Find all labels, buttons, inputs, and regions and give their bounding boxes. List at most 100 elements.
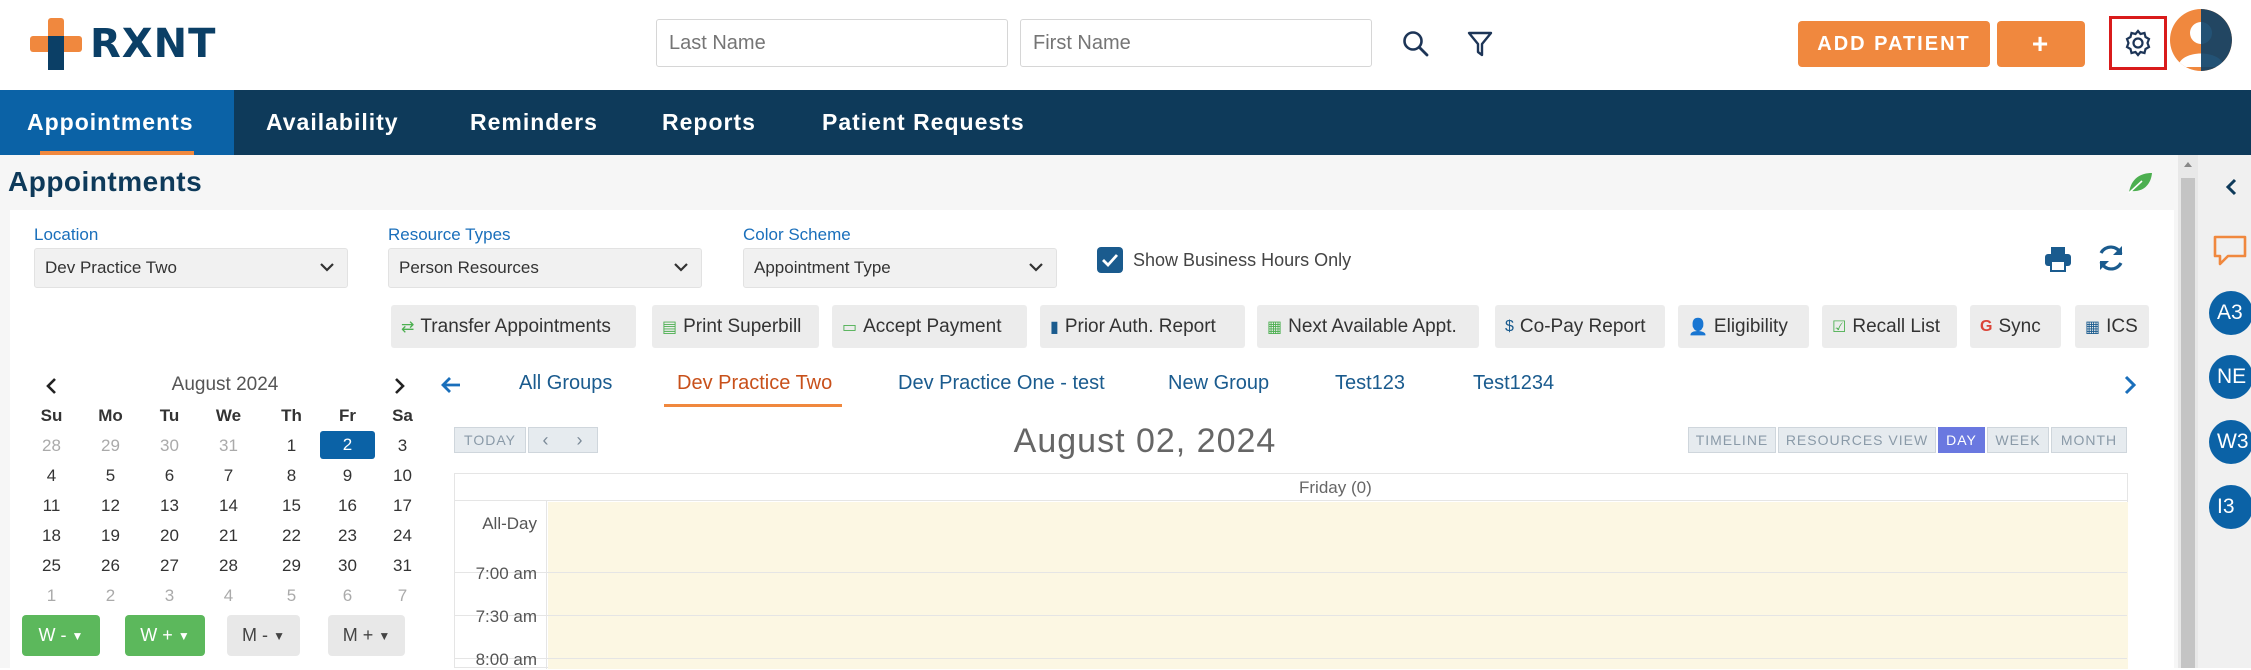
calendar-day[interactable]: 15 xyxy=(264,496,319,516)
tab-test1234[interactable]: Test1234 xyxy=(1473,372,1554,395)
tab-test123[interactable]: Test123 xyxy=(1335,372,1405,395)
nav-item-patient-requests[interactable]: Patient Requests xyxy=(822,90,1025,155)
calendar-day[interactable]: 6 xyxy=(320,586,375,606)
calendar-day[interactable]: 19 xyxy=(83,526,138,546)
transfer-appointments-button[interactable]: ⇄ Transfer Appointments xyxy=(391,305,636,348)
refresh-icon[interactable] xyxy=(2095,242,2127,274)
calendar-day[interactable]: 31 xyxy=(201,436,256,456)
calendar-day[interactable]: 6 xyxy=(142,466,197,486)
nav-item-reports[interactable]: Reports xyxy=(662,90,756,155)
calendar-day[interactable]: 30 xyxy=(142,436,197,456)
calendar-day[interactable]: 7 xyxy=(375,586,430,606)
resource-types-select[interactable]: Person Resources xyxy=(388,248,702,288)
calendar-day[interactable]: 26 xyxy=(83,556,138,576)
view-day-button[interactable]: DAY xyxy=(1938,427,1985,453)
business-hours-checkbox[interactable] xyxy=(1097,247,1123,273)
calendar-day[interactable]: 28 xyxy=(24,436,79,456)
calendar-day[interactable]: 22 xyxy=(264,526,319,546)
calendar-day[interactable]: 3 xyxy=(375,436,430,456)
scroll-up-icon[interactable] xyxy=(2183,160,2193,170)
location-select[interactable]: Dev Practice Two xyxy=(34,248,348,288)
today-button[interactable]: TODAY xyxy=(454,427,526,453)
calendar-day-selected[interactable]: 2 xyxy=(320,431,375,459)
calendar-day[interactable]: 5 xyxy=(83,466,138,486)
calendar-day[interactable]: 18 xyxy=(24,526,79,546)
calendar-day[interactable]: 10 xyxy=(375,466,430,486)
accept-payment-button[interactable]: ▭ Accept Payment xyxy=(832,305,1027,348)
settings-button[interactable] xyxy=(2109,16,2167,70)
calendar-day[interactable]: 12 xyxy=(83,496,138,516)
calendar-day[interactable]: 28 xyxy=(201,556,256,576)
calendar-day[interactable]: 8 xyxy=(264,466,319,486)
calendar-day[interactable]: 16 xyxy=(320,496,375,516)
nav-item-appointments[interactable]: Appointments xyxy=(0,90,234,155)
print-superbill-button[interactable]: ▤ Print Superbill xyxy=(652,305,819,348)
co-pay-report-button[interactable]: $ Co-Pay Report xyxy=(1495,305,1665,348)
calendar-day[interactable]: 4 xyxy=(24,466,79,486)
calendar-day[interactable]: 7 xyxy=(201,466,256,486)
tab-dev-practice-one-test[interactable]: Dev Practice One - test xyxy=(898,372,1105,395)
calendar-day[interactable]: 3 xyxy=(142,586,197,606)
chevron-right-icon[interactable] xyxy=(2122,374,2138,396)
chat-icon[interactable] xyxy=(2212,233,2248,267)
next-month-icon[interactable] xyxy=(393,377,407,395)
week-forward-button[interactable]: W + ▼ xyxy=(125,615,205,656)
calendar-day[interactable]: 20 xyxy=(142,526,197,546)
add-button[interactable]: + xyxy=(1997,21,2085,67)
calendar-day[interactable]: 23 xyxy=(320,526,375,546)
prior-auth-report-button[interactable]: ▮ Prior Auth. Report xyxy=(1040,305,1245,348)
tab-new-group[interactable]: New Group xyxy=(1168,372,1269,395)
avatar[interactable] xyxy=(2170,9,2232,71)
view-timeline-button[interactable]: TIMELINE xyxy=(1688,427,1776,453)
calendar-day[interactable]: 29 xyxy=(264,556,319,576)
collapse-panel-icon[interactable] xyxy=(2224,177,2238,197)
calendar-day[interactable]: 25 xyxy=(24,556,79,576)
panel-bubble-i3[interactable]: I3 xyxy=(2209,485,2251,529)
calendar-day[interactable]: 17 xyxy=(375,496,430,516)
calendar-day[interactable]: 9 xyxy=(320,466,375,486)
print-icon[interactable] xyxy=(2043,244,2073,274)
recall-list-button[interactable]: ☑ Recall List xyxy=(1822,305,1957,348)
view-week-button[interactable]: WEEK xyxy=(1987,427,2049,453)
prev-day-icon[interactable]: ‹ xyxy=(543,430,550,451)
filter-icon[interactable] xyxy=(1467,30,1493,58)
calendar-day[interactable]: 31 xyxy=(375,556,430,576)
eligibility-button[interactable]: 👤 Eligibility xyxy=(1678,305,1809,348)
calendar-day[interactable]: 4 xyxy=(201,586,256,606)
view-month-button[interactable]: MONTH xyxy=(2051,427,2127,453)
week-back-button[interactable]: W - ▼ xyxy=(22,615,100,656)
next-day-icon[interactable]: › xyxy=(577,430,584,451)
calendar-day[interactable]: 29 xyxy=(83,436,138,456)
color-scheme-select[interactable]: Appointment Type xyxy=(743,248,1057,288)
ics-button[interactable]: ▦ ICS xyxy=(2075,305,2149,348)
nav-item-availability[interactable]: Availability xyxy=(266,90,399,155)
calendar-day[interactable]: 21 xyxy=(201,526,256,546)
calendar-day[interactable]: 1 xyxy=(24,586,79,606)
prev-month-icon[interactable] xyxy=(44,377,58,395)
next-available-appt-button[interactable]: ▦ Next Available Appt. xyxy=(1257,305,1479,348)
day-slots-area[interactable] xyxy=(548,502,2128,669)
calendar-day[interactable]: 30 xyxy=(320,556,375,576)
add-patient-button[interactable]: ADD PATIENT xyxy=(1798,21,1990,67)
calendar-day[interactable]: 27 xyxy=(142,556,197,576)
nav-item-reminders[interactable]: Reminders xyxy=(470,90,598,155)
arrow-left-icon[interactable] xyxy=(440,375,462,395)
search-icon[interactable] xyxy=(1402,30,1430,58)
calendar-day[interactable]: 24 xyxy=(375,526,430,546)
scrollbar-thumb[interactable] xyxy=(2181,178,2195,668)
view-resources-button[interactable]: RESOURCES VIEW xyxy=(1778,427,1936,453)
tab-all-groups[interactable]: All Groups xyxy=(519,372,612,395)
first-name-input[interactable] xyxy=(1020,19,1372,67)
panel-bubble-w3[interactable]: W3 xyxy=(2209,420,2251,464)
calendar-day[interactable]: 13 xyxy=(142,496,197,516)
calendar-day[interactable]: 5 xyxy=(264,586,319,606)
rxnt-logo[interactable]: RXNT xyxy=(30,18,216,70)
tab-dev-practice-two[interactable]: Dev Practice Two xyxy=(677,372,832,395)
month-back-button[interactable]: M - ▼ xyxy=(227,615,300,656)
panel-bubble-a3[interactable]: A3 xyxy=(2209,291,2251,335)
panel-bubble-ne[interactable]: NE xyxy=(2209,355,2251,399)
last-name-input[interactable] xyxy=(656,19,1008,67)
calendar-day[interactable]: 11 xyxy=(24,496,79,516)
calendar-day[interactable]: 2 xyxy=(83,586,138,606)
calendar-day[interactable]: 1 xyxy=(264,436,319,456)
